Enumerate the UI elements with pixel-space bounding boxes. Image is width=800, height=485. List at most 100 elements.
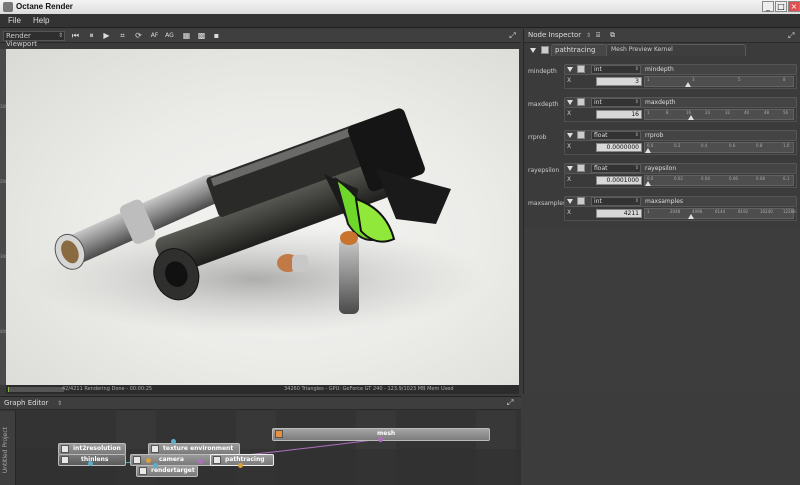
param-row-mindepth: mindepth int ⇕ mindepth X 3 1 3 5 8 (524, 59, 800, 92)
param-value-field[interactable]: 0.0001000 (596, 176, 642, 185)
checker-icon[interactable]: ▩ (196, 31, 207, 41)
slider-tick-label: 0.04 (701, 176, 710, 181)
chevron-updown-icon[interactable]: ⇕ (586, 32, 591, 39)
graph-canvas[interactable]: int2resolution texture environment thinl… (16, 411, 521, 485)
collapse-triangle-icon[interactable] (530, 48, 536, 53)
expand-icon[interactable]: ⤢ (507, 398, 513, 408)
rendered-image[interactable] (6, 49, 519, 385)
collapse-triangle-icon[interactable] (567, 67, 573, 72)
fullscreen-icon[interactable]: ▪ (211, 31, 222, 41)
node-name-tab[interactable]: pathtracing (551, 44, 607, 56)
slider-tick-label: 1.0 (783, 143, 790, 148)
kernel-tab[interactable]: Mesh Preview Kernel (606, 44, 746, 56)
autogamma-icon[interactable]: AG (164, 31, 175, 41)
param-row-maxdepth: maxdepth int ⇕ maxdepth X 16 1 8 16 24 32 40 48 56 (524, 92, 800, 125)
param-type-value: float (594, 132, 608, 139)
expand-icon[interactable]: ⤢ (788, 31, 794, 41)
param-value-field[interactable]: 0.0000000 (596, 143, 642, 152)
slider-tick-label: 0.1 (783, 176, 790, 181)
param-type-value: float (594, 165, 608, 172)
axis-label: X (567, 176, 572, 183)
param-label: maxdepth (528, 101, 559, 108)
sync-icon[interactable]: ⧉ (610, 31, 615, 40)
param-type-select[interactable]: float ⇕ (591, 131, 641, 140)
slider-tick-label: 0.02 (674, 176, 683, 181)
expand-icon[interactable]: ⤢ (507, 31, 518, 41)
param-slider[interactable]: 1 2048 4096 6144 8192 10240 12288 (644, 208, 796, 219)
slider-tick-label: 40 (744, 110, 750, 115)
param-slider[interactable]: 1 3 5 8 (644, 76, 794, 87)
output-pin[interactable] (378, 437, 383, 442)
collapse-triangle-icon[interactable] (567, 199, 573, 204)
play-icon[interactable]: ▶ (101, 31, 112, 41)
param-label: mindepth (528, 68, 557, 75)
menu-file[interactable]: File (8, 16, 21, 25)
output-pin[interactable] (238, 463, 243, 468)
minimize-button[interactable]: _ (762, 1, 774, 12)
param-value-field[interactable]: 16 (596, 110, 642, 119)
window-title: Octane Render (16, 2, 73, 11)
refresh-icon[interactable]: ⟳ (133, 31, 144, 41)
param-type-select[interactable]: int ⇕ (591, 98, 641, 107)
slider-tick-label: 0.4 (701, 143, 708, 148)
slider-knob[interactable] (685, 82, 691, 87)
output-pin[interactable] (146, 458, 151, 463)
render-progress-track (8, 387, 64, 392)
output-pin[interactable] (171, 439, 176, 444)
menu-help[interactable]: Help (33, 16, 49, 25)
node-inspector-panel: Node Inspector ⇕ ⌸ ⧉ ⤢ pathtracing Mesh … (523, 29, 800, 228)
input-pin[interactable] (153, 463, 158, 468)
grid-icon[interactable]: ⌗ (117, 31, 128, 41)
collapse-triangle-icon[interactable] (567, 100, 573, 105)
output-pin[interactable] (88, 461, 93, 466)
node-rendertarget[interactable]: rendertarget (136, 465, 198, 477)
project-tab-label: Untitled Project (2, 427, 9, 474)
project-side-tab[interactable]: Untitled Project (0, 411, 16, 485)
param-slider[interactable]: 1 8 16 24 32 40 48 56 (644, 109, 794, 120)
node-type-icon (541, 46, 549, 54)
rewind-icon[interactable]: ⏮ (70, 31, 81, 41)
param-value-field[interactable]: 4211 (596, 209, 642, 218)
slider-knob[interactable] (645, 181, 651, 186)
param-label: maxsamples (528, 200, 567, 207)
maximize-button[interactable]: □ (775, 1, 787, 12)
slider-knob[interactable] (688, 115, 694, 120)
node-type-icon (61, 456, 69, 464)
collapse-triangle-icon[interactable] (567, 133, 573, 138)
app-icon (3, 2, 13, 12)
slider-tick-label: 0.06 (729, 176, 738, 181)
param-row-maxsamples: maxsamples int ⇕ maxsamples X 4211 1 2048 4096 61… (524, 191, 800, 224)
chevron-updown-icon[interactable]: ⇕ (57, 400, 62, 407)
chevron-updown-icon: ⇕ (634, 132, 639, 138)
collapse-triangle-icon[interactable] (567, 166, 573, 171)
output-pin[interactable] (198, 459, 203, 464)
chevron-updown-icon: ⇕ (57, 32, 63, 39)
close-button[interactable]: × (788, 1, 800, 12)
pause-icon[interactable]: ⏸ (86, 31, 97, 41)
pin-icon[interactable]: ⌸ (596, 31, 600, 40)
param-name: rrprob (645, 132, 664, 139)
param-label: rrprob (528, 134, 547, 141)
param-type-select[interactable]: int ⇕ (591, 197, 641, 206)
slider-tick-label: 0.8 (756, 143, 763, 148)
chevron-updown-icon: ⇕ (634, 99, 639, 105)
region-icon[interactable]: ▦ (181, 31, 192, 41)
param-slider[interactable]: 0.0 0.02 0.04 0.06 0.08 0.1 (644, 175, 794, 186)
slider-tick-label: 8 (783, 77, 786, 82)
render-scene-illustration (26, 108, 486, 334)
param-type-value: int (594, 198, 602, 205)
render-status-text: 42/4211 Rendering Done - 00:00:25 (62, 386, 153, 392)
param-value-field[interactable]: 3 (596, 77, 642, 86)
gpu-status-text: 34260 Triangles - GPU: GeForce GT 240 - … (284, 386, 454, 392)
axis-label: X (567, 110, 572, 117)
axis-label: X (567, 77, 572, 84)
param-slider[interactable]: 0.0 0.2 0.4 0.6 0.8 1.0 (644, 142, 794, 153)
param-type-select[interactable]: int ⇕ (591, 65, 641, 74)
param-type-select[interactable]: float ⇕ (591, 164, 641, 173)
panel-selector[interactable]: Render Viewport ⇕ (3, 31, 65, 48)
kernel-tab-label: Mesh Preview Kernel (611, 46, 673, 53)
slider-knob[interactable] (688, 214, 694, 219)
autofocus-icon[interactable]: AF (149, 31, 160, 41)
node-type-icon (139, 467, 147, 475)
slider-knob[interactable] (645, 148, 651, 153)
